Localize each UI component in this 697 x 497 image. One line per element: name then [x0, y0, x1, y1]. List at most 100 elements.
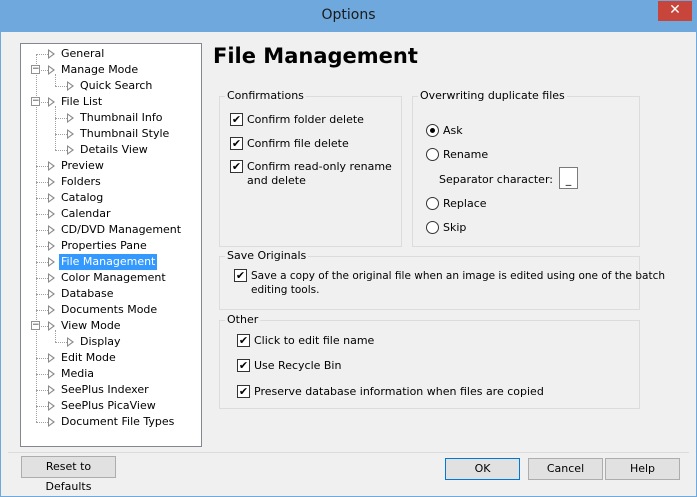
- tree-item-calendar[interactable]: Calendar: [21, 206, 201, 222]
- confirm-readonly-rename-checkbox[interactable]: ✔ Confirm read-only rename and delete: [230, 159, 400, 189]
- tree-connector-line: [36, 390, 48, 391]
- tree-item-label: Calendar: [61, 207, 111, 220]
- settings-panel: File Management Confirmations ✔ Confirm …: [202, 32, 689, 452]
- checkmark-icon: ✔: [231, 113, 242, 126]
- tree-item-details-view[interactable]: Details View: [21, 142, 201, 158]
- tree-item-properties-pane[interactable]: Properties Pane: [21, 238, 201, 254]
- item-arrow-icon: [48, 273, 55, 283]
- radio-circle[interactable]: [426, 221, 439, 234]
- tree-item-thumbnail-info[interactable]: Thumbnail Info: [21, 110, 201, 126]
- checkbox-box[interactable]: ✔: [230, 160, 243, 173]
- tree-item-file-management[interactable]: File Management: [21, 254, 201, 270]
- item-arrow-icon: [48, 49, 55, 59]
- item-arrow-icon: [67, 337, 74, 347]
- options-dialog: Options ✕ General − Manage Mode Quick Searc…: [0, 0, 697, 497]
- tree-item-label: View Mode: [61, 319, 121, 332]
- tree-item-catalog[interactable]: Catalog: [21, 190, 201, 206]
- tree-item-cd-dvd-management[interactable]: CD/DVD Management: [21, 222, 201, 238]
- checkbox-box[interactable]: ✔: [237, 359, 250, 372]
- checkbox-box[interactable]: ✔: [237, 334, 250, 347]
- tree-item-database[interactable]: Database: [21, 286, 201, 302]
- separator-character-input[interactable]: _: [559, 167, 578, 189]
- options-category-tree[interactable]: General − Manage Mode Quick Search − File Lis…: [20, 43, 202, 447]
- item-arrow-icon: [48, 241, 55, 251]
- checkbox-box[interactable]: ✔: [230, 113, 243, 126]
- preserve-database-info-checkbox[interactable]: ✔ Preserve database information when fil…: [237, 384, 617, 400]
- item-arrow-icon: [48, 65, 55, 75]
- tree-item-document-file-types[interactable]: Document File Types: [21, 414, 201, 430]
- cancel-button[interactable]: Cancel: [528, 458, 603, 480]
- tree-item-label: Thumbnail Style: [80, 127, 170, 140]
- tree-item-label: Edit Mode: [61, 351, 116, 364]
- overwrite-replace-radio[interactable]: Replace: [426, 196, 526, 212]
- item-arrow-icon: [48, 209, 55, 219]
- dialog-content: General − Manage Mode Quick Search − File Lis…: [8, 32, 689, 493]
- tree-item-label: CD/DVD Management: [61, 223, 182, 236]
- tree-connector-line: [36, 198, 48, 199]
- collapse-icon[interactable]: −: [31, 97, 40, 106]
- radio-circle[interactable]: [426, 124, 439, 137]
- tree-connector-line: [36, 262, 48, 263]
- overwrite-skip-radio[interactable]: Skip: [426, 220, 526, 236]
- tree-connector-line: [36, 214, 48, 215]
- tree-item-label: SeePlus PicaView: [61, 399, 156, 412]
- tree-item-seeplus-picaview[interactable]: SeePlus PicaView: [21, 398, 201, 414]
- checkbox-box[interactable]: ✔: [234, 269, 247, 282]
- confirmations-group: Confirmations ✔ Confirm folder delete ✔ …: [219, 89, 402, 247]
- item-arrow-icon: [48, 385, 55, 395]
- tree-connector-line: [55, 86, 67, 87]
- collapse-icon[interactable]: −: [31, 65, 40, 74]
- tree-item-edit-mode[interactable]: Edit Mode: [21, 350, 201, 366]
- tree-item-display[interactable]: Display: [21, 334, 201, 350]
- tree-item-general[interactable]: General: [21, 46, 201, 62]
- save-originals-label: Save Originals: [225, 249, 309, 262]
- ok-button[interactable]: OK: [445, 458, 520, 480]
- close-button[interactable]: ✕: [658, 1, 692, 21]
- overwrite-rename-radio[interactable]: Rename: [426, 147, 526, 163]
- item-arrow-icon: [48, 305, 55, 315]
- checkbox-label: Use Recycle Bin: [254, 359, 342, 372]
- tree-item-label: Manage Mode: [61, 63, 139, 76]
- save-originals-group: Save Originals ✔ Save a copy of the orig…: [219, 249, 665, 310]
- tree-item-label: Documents Mode: [61, 303, 158, 316]
- radio-circle[interactable]: [426, 148, 439, 161]
- checkmark-icon: ✔: [235, 269, 246, 282]
- click-to-edit-filename-checkbox[interactable]: ✔ Click to edit file name: [237, 333, 617, 349]
- save-copy-original-checkbox[interactable]: ✔ Save a copy of the original file when …: [234, 268, 665, 302]
- item-arrow-icon: [48, 369, 55, 379]
- tree-item-media[interactable]: Media: [21, 366, 201, 382]
- use-recycle-bin-checkbox[interactable]: ✔ Use Recycle Bin: [237, 358, 617, 374]
- tree-item-label: Preview: [61, 159, 104, 172]
- tree-connector-line: [36, 182, 48, 183]
- radio-label: Replace: [443, 197, 487, 210]
- checkbox-box[interactable]: ✔: [230, 137, 243, 150]
- checkbox-label: Preserve database information when files…: [254, 385, 544, 398]
- collapse-icon[interactable]: −: [31, 321, 40, 330]
- confirm-file-delete-checkbox[interactable]: ✔ Confirm file delete: [230, 136, 400, 152]
- tree-item-folders[interactable]: Folders: [21, 174, 201, 190]
- reset-to-defaults-button[interactable]: Reset to Defaults: [21, 456, 116, 493]
- help-button[interactable]: Help: [605, 458, 680, 480]
- overwrite-ask-radio[interactable]: Ask: [426, 123, 526, 139]
- tree-item-preview[interactable]: Preview: [21, 158, 201, 174]
- checkmark-icon: ✔: [238, 334, 249, 347]
- item-arrow-icon: [48, 417, 55, 427]
- tree-item-documents-mode[interactable]: Documents Mode: [21, 302, 201, 318]
- tree-item-manage-mode[interactable]: − Manage Mode: [21, 62, 201, 78]
- tree-item-thumbnail-style[interactable]: Thumbnail Style: [21, 126, 201, 142]
- checkmark-icon: ✔: [238, 385, 249, 398]
- checkbox-box[interactable]: ✔: [237, 385, 250, 398]
- separator-character-label: Separator character:: [439, 173, 553, 186]
- tree-item-file-list[interactable]: − File List: [21, 94, 201, 110]
- tree-item-label: General: [61, 47, 105, 60]
- other-label: Other: [225, 313, 261, 326]
- tree-item-view-mode[interactable]: − View Mode: [21, 318, 201, 334]
- tree-item-quick-search[interactable]: Quick Search: [21, 78, 201, 94]
- tree-item-color-management[interactable]: Color Management: [21, 270, 201, 286]
- confirm-folder-delete-checkbox[interactable]: ✔ Confirm folder delete: [230, 112, 400, 128]
- item-arrow-icon: [67, 129, 74, 139]
- radio-circle[interactable]: [426, 197, 439, 210]
- tree-item-label: Details View: [80, 143, 148, 156]
- tree-item-seeplus-indexer[interactable]: SeePlus Indexer: [21, 382, 201, 398]
- item-arrow-icon: [48, 161, 55, 171]
